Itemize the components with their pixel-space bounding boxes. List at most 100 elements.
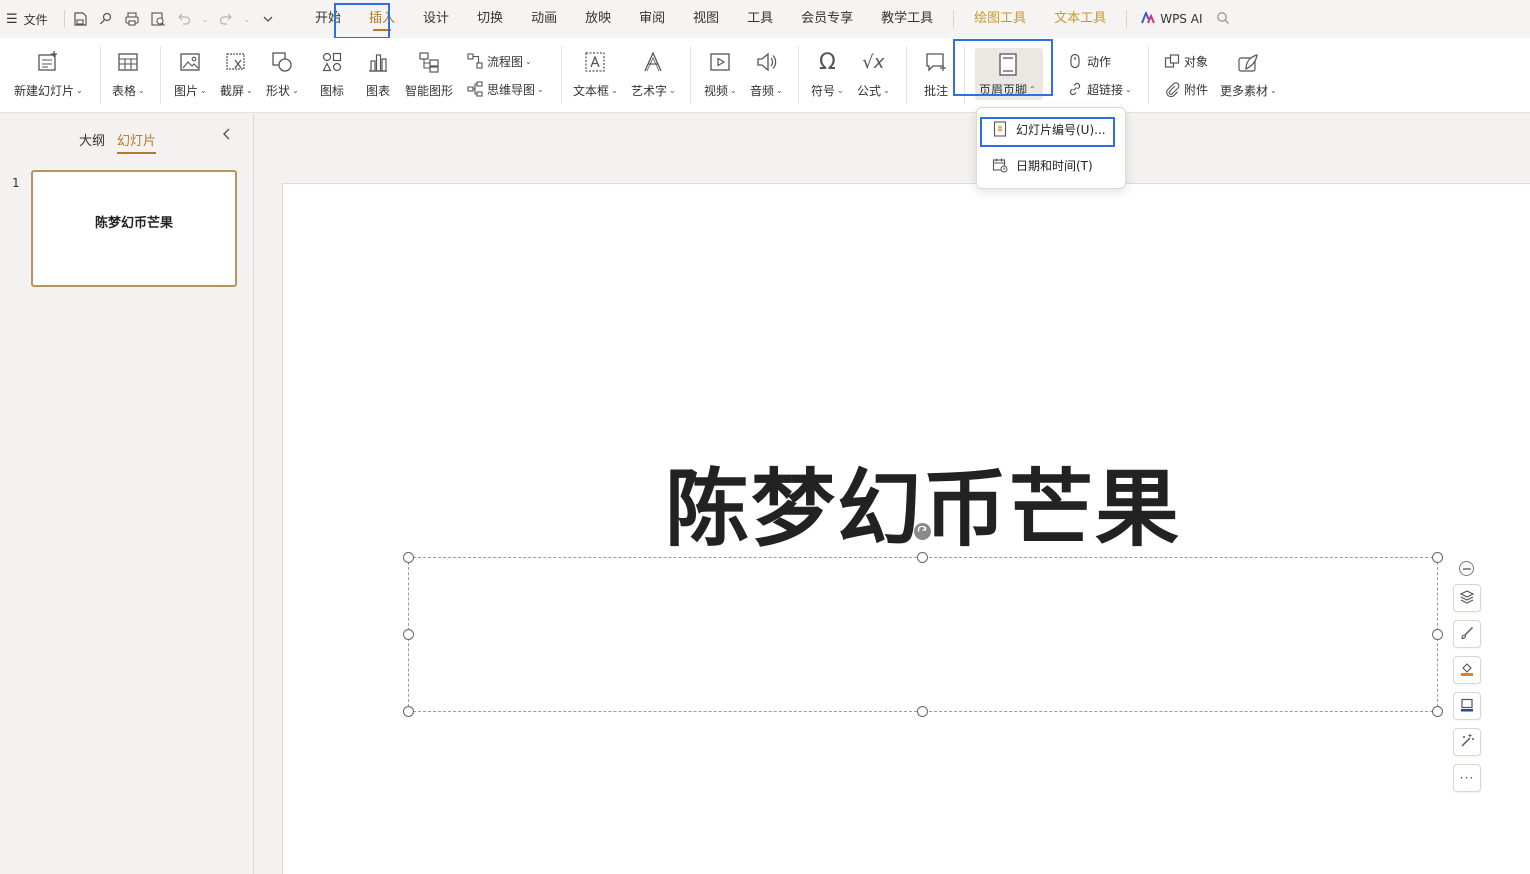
wps-ai-button[interactable]: WPS AI bbox=[1141, 9, 1202, 27]
action-button[interactable]: 动作 bbox=[1066, 52, 1111, 70]
chart-button[interactable]: 图表 bbox=[364, 38, 392, 99]
resize-handle-right[interactable] bbox=[1432, 629, 1443, 640]
shape-button[interactable]: 形状 ⌄ bbox=[266, 38, 299, 99]
mindmap-icon bbox=[466, 80, 484, 98]
tab-slides[interactable]: 幻灯片 bbox=[117, 130, 157, 154]
selected-textbox[interactable] bbox=[408, 557, 1438, 712]
file-menu[interactable]: ☰ 文件 bbox=[0, 11, 58, 28]
smart-art-icon bbox=[415, 48, 443, 76]
magic-tools-button[interactable] bbox=[1453, 728, 1481, 756]
textbox-button[interactable]: 文本框 ⌄ bbox=[573, 38, 618, 99]
video-label: 视频 bbox=[704, 84, 729, 98]
more-options-button[interactable]: ··· bbox=[1453, 764, 1481, 792]
slide-number: 1 bbox=[12, 176, 20, 190]
flowchart-button[interactable]: 流程图 ⌄ bbox=[466, 52, 532, 70]
smart-art-button[interactable]: 智能图形 bbox=[405, 38, 453, 99]
rotate-handle-icon[interactable] bbox=[914, 523, 931, 540]
wordart-button[interactable]: 艺术字 ⌄ bbox=[631, 38, 676, 99]
resize-handle-bottom-right[interactable] bbox=[1432, 706, 1443, 717]
formula-button[interactable]: √x 公式 ⌄ bbox=[857, 38, 890, 99]
attachment-button[interactable]: 附件 bbox=[1163, 80, 1208, 98]
undo-icon[interactable] bbox=[175, 10, 193, 28]
new-slide-icon bbox=[34, 48, 62, 76]
textbox-icon bbox=[581, 48, 609, 76]
customize-chevron-icon[interactable] bbox=[259, 10, 277, 28]
chevron-down-icon: ⌄ bbox=[611, 86, 618, 95]
resize-handle-left[interactable] bbox=[403, 629, 414, 640]
tab-member[interactable]: 会员专享 bbox=[787, 0, 867, 38]
slide-thumbnail[interactable]: 陈梦幻币芒果 bbox=[31, 170, 237, 287]
slide-thumbnail-title: 陈梦幻币芒果 bbox=[94, 216, 173, 231]
date-time-menu-item[interactable]: 日期和时间(T) bbox=[991, 156, 1093, 174]
chevron-down-icon: ⌄ bbox=[730, 86, 737, 95]
chevron-up-icon: ⌃ bbox=[1029, 85, 1036, 94]
wordart-icon bbox=[639, 48, 667, 76]
hyperlink-button[interactable]: 超链接 ⌄ bbox=[1066, 80, 1132, 98]
slide[interactable]: 陈梦幻币芒果 bbox=[282, 183, 1530, 874]
chevron-down-icon: ⌄ bbox=[669, 86, 676, 95]
slide-title[interactable]: 陈梦幻币芒果 bbox=[665, 442, 1181, 563]
omega-icon: Ω bbox=[818, 49, 836, 75]
resize-handle-bottom[interactable] bbox=[917, 706, 928, 717]
comment-button[interactable]: 批注 bbox=[922, 38, 950, 99]
chevron-down-icon[interactable]: ⌄ bbox=[201, 10, 209, 28]
header-footer-button[interactable]: 页眉页脚 ⌃ bbox=[975, 48, 1043, 100]
tab-transitions[interactable]: 切换 bbox=[463, 0, 517, 38]
redo-icon[interactable] bbox=[217, 10, 235, 28]
search-icon[interactable] bbox=[1216, 11, 1230, 28]
collapse-toolbar-icon[interactable] bbox=[1459, 561, 1474, 576]
collapse-panel-icon[interactable] bbox=[222, 128, 232, 144]
object-button[interactable]: 对象 bbox=[1163, 52, 1208, 70]
flowchart-label: 流程图 bbox=[487, 54, 524, 69]
tab-animations[interactable]: 动画 bbox=[517, 0, 571, 38]
screenshot-button[interactable]: 截屏 ⌄ bbox=[220, 38, 253, 99]
resize-handle-top[interactable] bbox=[917, 552, 928, 563]
more-material-button[interactable]: 更多素材 ⌄ bbox=[1220, 38, 1277, 99]
chevron-down-icon: ⌄ bbox=[1125, 84, 1132, 94]
save-icon[interactable] bbox=[71, 10, 89, 28]
tab-view[interactable]: 视图 bbox=[679, 0, 733, 38]
tab-tools[interactable]: 工具 bbox=[733, 0, 787, 38]
chevron-down-icon: ⌄ bbox=[1270, 86, 1277, 95]
outline-button[interactable] bbox=[1453, 692, 1481, 720]
table-button[interactable]: 表格 ⌄ bbox=[112, 38, 145, 99]
tab-text-tools[interactable]: 文本工具 bbox=[1040, 0, 1120, 38]
new-slide-button[interactable]: 新建幻灯片 ⌄ bbox=[14, 38, 83, 99]
more-material-label: 更多素材 bbox=[1220, 84, 1269, 98]
tab-design[interactable]: 设计 bbox=[409, 0, 463, 38]
attachment-label: 附件 bbox=[1184, 82, 1209, 97]
resize-handle-top-right[interactable] bbox=[1432, 552, 1443, 563]
layers-button[interactable] bbox=[1453, 584, 1481, 612]
tab-review[interactable]: 审阅 bbox=[625, 0, 679, 38]
audio-button[interactable]: 音频 ⌄ bbox=[750, 38, 783, 99]
video-button[interactable]: 视频 ⌄ bbox=[704, 38, 737, 99]
magic-wand-icon bbox=[1459, 733, 1475, 752]
slide-number-icon bbox=[991, 120, 1009, 138]
resize-handle-top-left[interactable] bbox=[403, 552, 414, 563]
ribbon-divider bbox=[690, 46, 691, 104]
icon-library-button[interactable]: 图标 bbox=[318, 38, 346, 99]
slide-number-menu-item[interactable]: 幻灯片编号(U)... bbox=[991, 120, 1106, 138]
tab-drawing-tools[interactable]: 绘图工具 bbox=[960, 0, 1040, 38]
print-icon[interactable] bbox=[123, 10, 141, 28]
format-painter-button[interactable] bbox=[1453, 620, 1481, 648]
tab-insert[interactable]: 插入 bbox=[355, 0, 409, 38]
tab-teaching-tools[interactable]: 教学工具 bbox=[867, 0, 947, 38]
menu-divider bbox=[64, 10, 65, 28]
print-preview-icon[interactable] bbox=[149, 10, 167, 28]
slide-canvas: 陈梦幻币芒果 bbox=[255, 114, 1530, 874]
shape-label: 形状 bbox=[266, 84, 291, 98]
chevron-down-icon: ⌄ bbox=[525, 56, 532, 66]
resize-handle-bottom-left[interactable] bbox=[403, 706, 414, 717]
mindmap-button[interactable]: 思维导图 ⌄ bbox=[466, 80, 544, 98]
picture-button[interactable]: 图片 ⌄ bbox=[174, 38, 207, 99]
tab-outline[interactable]: 大纲 bbox=[79, 130, 105, 149]
export-icon[interactable] bbox=[97, 10, 115, 28]
fill-color-button[interactable] bbox=[1453, 656, 1481, 684]
tab-slideshow[interactable]: 放映 bbox=[571, 0, 625, 38]
symbol-button[interactable]: Ω 符号 ⌄ bbox=[811, 38, 844, 99]
tab-home[interactable]: 开始 bbox=[301, 0, 355, 38]
brush-icon bbox=[1459, 625, 1475, 644]
shape-icon bbox=[268, 48, 296, 76]
chevron-down-icon[interactable]: ⌄ bbox=[243, 10, 251, 28]
